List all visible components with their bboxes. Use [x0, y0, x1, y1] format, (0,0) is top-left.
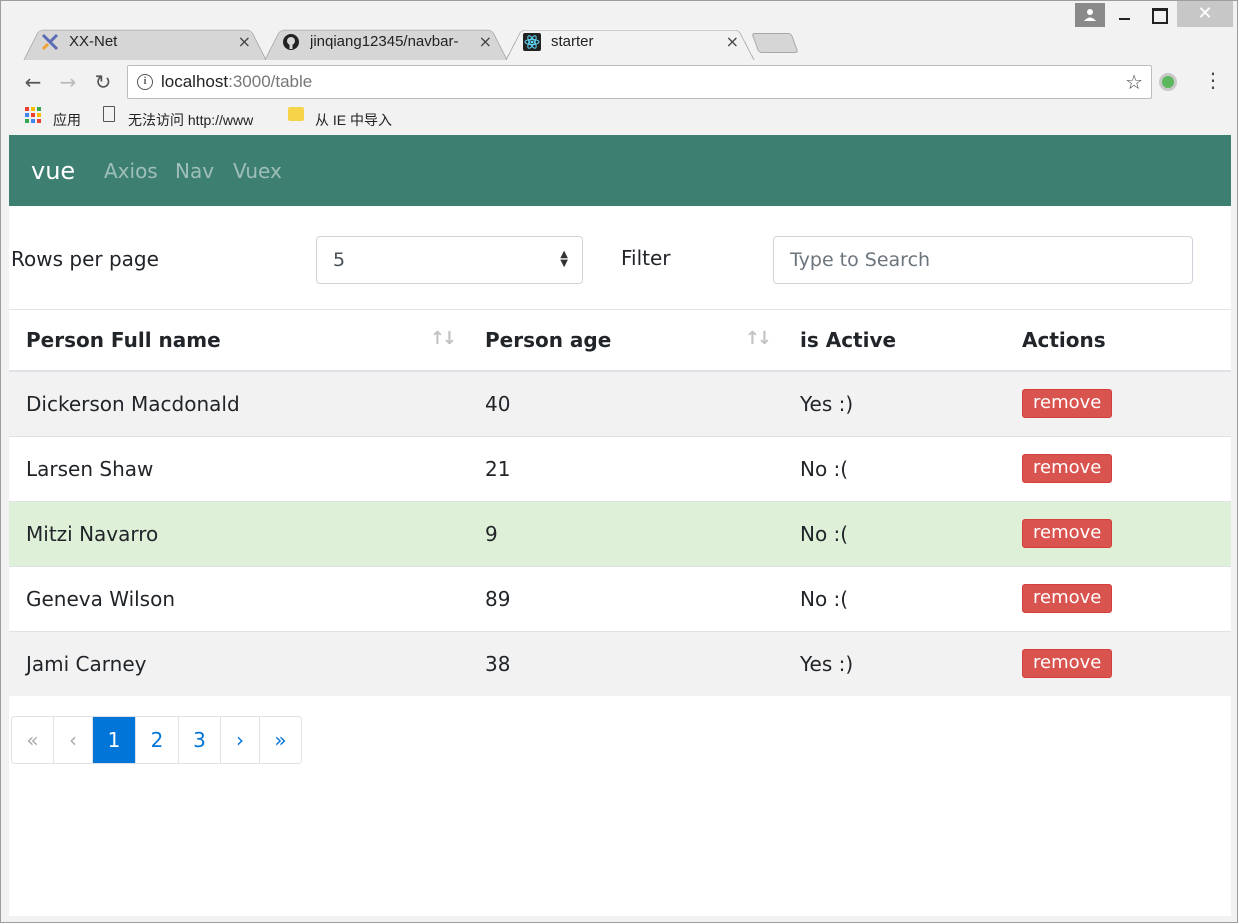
people-table: Person Full name ↑↓ Person age ↑↓ is Activ…	[9, 310, 1231, 696]
address-bar[interactable]: i localhost:3000/table ☆	[127, 65, 1152, 99]
table-row: Mitzi Navarro 9 No :( remove	[9, 500, 1231, 566]
tab-title: jinqiang12345/navbar-	[310, 33, 459, 50]
header-age[interactable]: Person age ↑↓	[468, 310, 783, 372]
table-row: Dickerson Macdonald 40 Yes :) remove	[9, 370, 1231, 436]
remove-button[interactable]: remove	[1022, 519, 1113, 548]
url-path: :3000/table	[228, 72, 313, 91]
user-profile-icon[interactable]	[1075, 3, 1105, 27]
nav-link-axios[interactable]: Axios	[104, 159, 158, 183]
rows-per-page-label: Rows per page	[11, 247, 159, 271]
table-controls: Rows per page 5 ▲ ▼ Filter	[9, 206, 1231, 310]
tab-close-icon[interactable]: ×	[479, 32, 492, 51]
tab-xx-net[interactable]: XX-Net ×	[23, 24, 267, 61]
maximize-icon[interactable]	[1143, 1, 1173, 29]
page-first-button[interactable]: «	[12, 717, 54, 763]
cell-name: Mitzi Navarro	[9, 500, 468, 566]
bookmarks-bar: 应用 无法访问 http://www 从 IE 中导入	[9, 104, 1231, 134]
browser-menu-icon[interactable]: ⋮	[1203, 70, 1223, 90]
tab-close-icon[interactable]: ×	[726, 32, 739, 51]
rows-per-page-select[interactable]: 5 ▲ ▼	[316, 236, 583, 284]
table-row: Jami Carney 38 Yes :) remove	[9, 630, 1231, 696]
nav-link-vuex[interactable]: Vuex	[233, 159, 282, 183]
tab-starter[interactable]: starter ×	[505, 24, 755, 61]
site-info-icon[interactable]: i	[137, 74, 153, 90]
page-2-button[interactable]: 2	[136, 717, 179, 763]
tab-strip: XX-Net × jinqiang12345/navbar- × starter	[1, 1, 1237, 61]
sort-icon: ↑↓	[744, 328, 772, 349]
browser-toolbar: ← → ↻ i localhost:3000/table ☆ ⋮	[9, 60, 1231, 104]
select-caret-icon: ▲ ▼	[560, 249, 568, 269]
filter-label: Filter	[621, 246, 671, 270]
cell-active: Yes :)	[783, 630, 1005, 696]
header-is-active: is Active	[783, 310, 1005, 372]
forward-arrow-icon[interactable]: →	[56, 70, 80, 94]
github-icon	[283, 34, 299, 50]
header-label: Person age	[485, 328, 612, 352]
remove-button[interactable]: remove	[1022, 389, 1113, 419]
navbar-brand[interactable]: vue	[31, 157, 75, 185]
cell-age: 89	[468, 565, 783, 631]
header-actions: Actions	[1005, 310, 1231, 372]
remove-button[interactable]: remove	[1022, 584, 1113, 613]
cell-active: No :(	[783, 500, 1005, 566]
page-viewport: vue Axios Nav Vuex Rows per page 5 ▲ ▼ Fi…	[9, 135, 1231, 916]
cell-active: No :(	[783, 565, 1005, 631]
bookmark-star-icon[interactable]: ☆	[1125, 70, 1143, 94]
new-tab-button[interactable]	[751, 33, 799, 53]
app-navbar: vue Axios Nav Vuex	[9, 135, 1231, 206]
page-3-button[interactable]: 3	[179, 717, 221, 763]
bookmark-unreachable[interactable]: 无法访问 http://www	[128, 110, 270, 130]
page-next-button[interactable]: ›	[221, 717, 260, 763]
cell-actions: remove	[1005, 630, 1231, 696]
folder-icon	[288, 107, 304, 121]
cell-name: Geneva Wilson	[9, 565, 468, 631]
table-row: Larsen Shaw 21 No :( remove	[9, 435, 1231, 501]
extension-icon[interactable]	[1159, 73, 1177, 91]
minimize-icon[interactable]	[1109, 1, 1139, 29]
cell-name: Dickerson Macdonald	[9, 370, 468, 436]
url-host: localhost	[161, 72, 229, 91]
browser-window: XX-Net × jinqiang12345/navbar- × starter	[0, 0, 1238, 923]
xx-net-logo-icon	[41, 33, 59, 51]
cell-name: Larsen Shaw	[9, 435, 468, 501]
table-header-row: Person Full name ↑↓ Person age ↑↓ is Activ…	[9, 310, 1231, 372]
cell-age: 21	[468, 435, 783, 501]
search-input[interactable]	[773, 236, 1193, 284]
table-row: Geneva Wilson 89 No :( remove	[9, 565, 1231, 631]
page-icon	[103, 106, 115, 122]
cell-age: 40	[468, 370, 783, 436]
remove-button[interactable]: remove	[1022, 454, 1113, 483]
cell-name: Jami Carney	[9, 630, 468, 696]
react-atom-icon	[523, 33, 541, 51]
page-last-button[interactable]: »	[260, 717, 301, 763]
cell-actions: remove	[1005, 435, 1231, 501]
window-close-icon[interactable]: ✕	[1177, 1, 1233, 27]
tab-title: XX-Net	[69, 33, 118, 50]
cell-active: No :(	[783, 435, 1005, 501]
bookmark-apps[interactable]: 应用	[53, 110, 81, 130]
cell-actions: remove	[1005, 565, 1231, 631]
cell-actions: remove	[1005, 500, 1231, 566]
tab-github[interactable]: jinqiang12345/navbar- ×	[264, 24, 508, 61]
bookmark-import-ie[interactable]: 从 IE 中导入	[315, 110, 392, 130]
tab-close-icon[interactable]: ×	[238, 32, 251, 51]
back-arrow-icon[interactable]: ←	[21, 70, 45, 94]
cell-age: 38	[468, 630, 783, 696]
apps-grid-icon	[25, 107, 41, 123]
rows-per-page-value: 5	[333, 249, 346, 271]
cell-active: Yes :)	[783, 370, 1005, 436]
cell-age: 9	[468, 500, 783, 566]
sort-icon: ↑↓	[429, 328, 457, 349]
header-full-name[interactable]: Person Full name ↑↓	[9, 310, 468, 372]
header-label: Person Full name	[26, 328, 221, 352]
page-1-button[interactable]: 1	[93, 717, 136, 763]
pagination: « ‹ 1 2 3 › »	[11, 716, 302, 764]
page-prev-button[interactable]: ‹	[54, 717, 93, 763]
reload-icon[interactable]: ↻	[91, 70, 115, 94]
remove-button[interactable]: remove	[1022, 649, 1113, 679]
tab-title: starter	[551, 33, 594, 50]
nav-link-nav[interactable]: Nav	[175, 159, 214, 183]
url-text: localhost:3000/table	[161, 72, 312, 92]
cell-actions: remove	[1005, 370, 1231, 436]
